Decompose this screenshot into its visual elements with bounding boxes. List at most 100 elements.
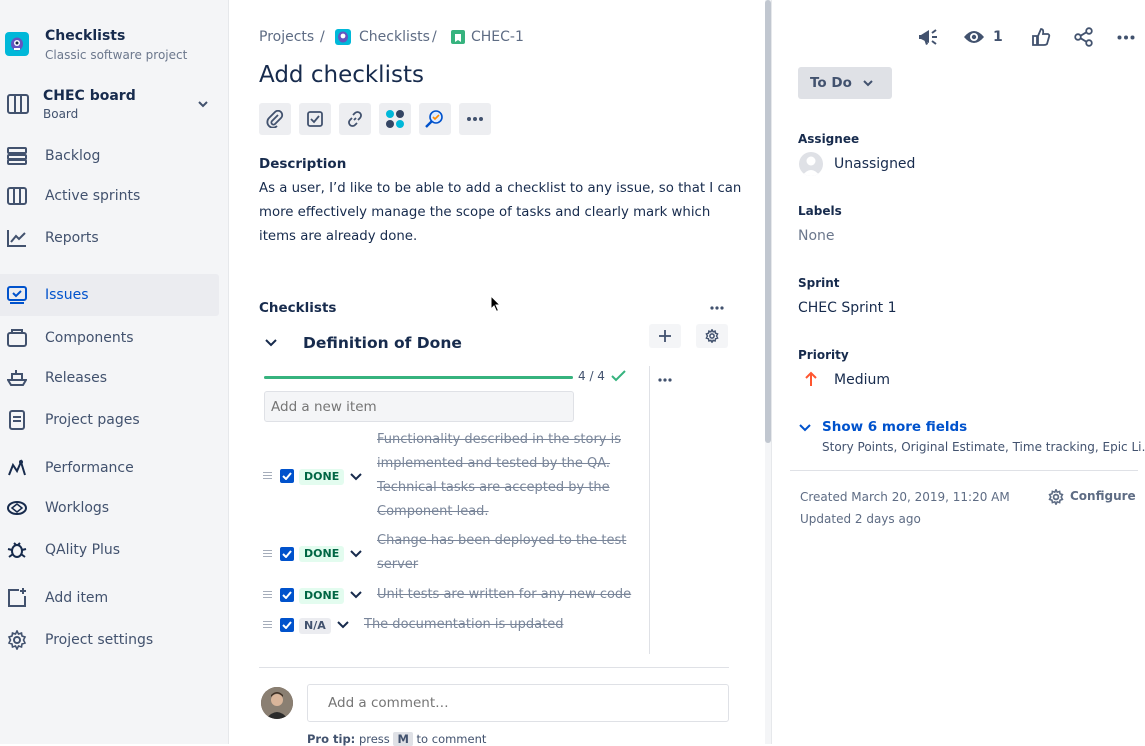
- sidebar-item-add-item[interactable]: Add item: [0, 578, 219, 618]
- add-checklist-item-button[interactable]: [649, 324, 681, 348]
- checklist-item-text[interactable]: Technical tasks are accepted by the: [377, 480, 610, 495]
- assignee-value[interactable]: Unassigned: [834, 156, 915, 172]
- checklist-item[interactable]: DONE Functionality described in the stor…: [229, 430, 649, 526]
- issues-icon: [7, 285, 27, 305]
- chevron-down-icon[interactable]: [349, 470, 363, 484]
- qality-button[interactable]: [419, 103, 451, 135]
- share-icon[interactable]: [1074, 27, 1094, 47]
- board-sub: Board: [43, 107, 79, 121]
- status-lozenge[interactable]: DONE: [299, 469, 345, 485]
- sprint-value[interactable]: CHEC Sprint 1: [798, 300, 897, 316]
- thumbs-up-icon[interactable]: [1031, 27, 1051, 47]
- sidebar-item-qality-plus[interactable]: QAlity Plus: [0, 530, 219, 570]
- sidebar-item-label: Issues: [45, 287, 89, 303]
- sidebar-item-components[interactable]: Components: [0, 318, 219, 358]
- details-divider: [790, 470, 1138, 471]
- sidebar-item-issues[interactable]: Issues: [0, 274, 219, 316]
- watch-button[interactable]: 1: [963, 27, 1003, 47]
- sidebar-item-project-pages[interactable]: Project pages: [0, 400, 219, 440]
- sidebar-item-backlog[interactable]: Backlog: [0, 136, 219, 176]
- link-issue-button[interactable]: [339, 103, 371, 135]
- checklist-item[interactable]: DONE Unit tests are written for any new …: [229, 586, 649, 608]
- drag-handle-icon[interactable]: [263, 591, 272, 599]
- add-item-input[interactable]: [264, 391, 574, 422]
- checklist-app-button[interactable]: [379, 103, 411, 135]
- checklist-item-text[interactable]: Unit tests are written for any new code: [377, 587, 631, 602]
- checklist-item-checkbox[interactable]: [280, 618, 294, 632]
- checklist-title[interactable]: Definition of Done: [303, 334, 462, 352]
- configure-label: Configure: [1070, 489, 1136, 503]
- attach-button[interactable]: [259, 103, 291, 135]
- checklist-item-text[interactable]: Change has been deployed to the test: [377, 533, 626, 548]
- bug-icon: [7, 540, 27, 560]
- checklist-item-checkbox[interactable]: [280, 469, 294, 483]
- breadcrumb-separator: /: [320, 29, 325, 45]
- magnifier-icon: [425, 110, 443, 128]
- assignee-avatar[interactable]: [799, 152, 823, 176]
- sidebar-item-label: Worklogs: [45, 500, 110, 516]
- sidebar-item-project-settings[interactable]: Project settings: [0, 620, 219, 660]
- project-avatar[interactable]: [5, 32, 29, 56]
- collapse-chevron-icon[interactable]: [264, 337, 278, 349]
- description-text[interactable]: As a user, I’d like to be able to add a …: [259, 181, 741, 196]
- sidebar-item-label: Performance: [45, 460, 134, 476]
- checklist-item-text[interactable]: The documentation is updated: [364, 617, 563, 632]
- description-text[interactable]: items are already done.: [259, 229, 417, 244]
- project-name[interactable]: Checklists: [45, 28, 125, 44]
- sidebar-item-label: Project settings: [45, 632, 154, 648]
- more-icon[interactable]: [1117, 35, 1135, 40]
- status-dropdown[interactable]: To Do: [798, 67, 892, 99]
- chevron-down-icon[interactable]: [349, 547, 363, 561]
- show-more-fields[interactable]: Show 6 more fields Story Points, Origina…: [798, 418, 1145, 458]
- status-lozenge[interactable]: DONE: [299, 588, 345, 604]
- checklist-item[interactable]: N/A The documentation is updated: [229, 616, 649, 638]
- chevron-down-icon[interactable]: [336, 618, 350, 632]
- checklist-item[interactable]: DONE Change has been deployed to the tes…: [229, 533, 649, 581]
- feedback-megaphone-icon[interactable]: [918, 27, 938, 47]
- checklist-item-text[interactable]: Component lead.: [377, 504, 489, 519]
- breadcrumb-projects[interactable]: Projects: [259, 29, 314, 45]
- sidebar-item-reports[interactable]: Reports: [0, 218, 219, 258]
- checklists-more-icon[interactable]: [710, 306, 724, 310]
- checklist-item-checkbox[interactable]: [280, 547, 294, 561]
- issue-title[interactable]: Add checklists: [259, 62, 424, 88]
- configure-button[interactable]: Configure: [1048, 488, 1138, 506]
- checklist-item-text[interactable]: implemented and tested by the QA.: [377, 456, 610, 471]
- worklogs-icon: [7, 498, 27, 518]
- drag-handle-icon[interactable]: [263, 621, 272, 629]
- status-lozenge[interactable]: N/A: [299, 618, 331, 634]
- description-label: Description: [259, 156, 347, 172]
- more-actions-button[interactable]: [459, 103, 491, 135]
- sidebar-item-worklogs[interactable]: Worklogs: [0, 488, 219, 528]
- description-text[interactable]: more effectively manage the scope of tas…: [259, 205, 710, 220]
- status-lozenge[interactable]: DONE: [299, 546, 345, 562]
- drag-handle-icon[interactable]: [263, 550, 272, 558]
- sidebar-item-releases[interactable]: Releases: [0, 358, 219, 398]
- watch-count: 1: [993, 29, 1003, 45]
- drag-handle-icon[interactable]: [263, 472, 272, 480]
- add-checklist-button[interactable]: [299, 103, 331, 135]
- comment-input[interactable]: [307, 684, 729, 722]
- show-more-link[interactable]: Show 6 more fields: [822, 419, 967, 435]
- user-avatar[interactable]: [261, 687, 293, 719]
- checklist-item-text[interactable]: server: [377, 557, 418, 572]
- checklist-item-text[interactable]: Functionality described in the story is: [377, 432, 621, 447]
- complete-check-icon: [611, 370, 626, 382]
- progress-count: 4 / 4: [578, 369, 605, 383]
- sidebar-item-active-sprints[interactable]: Active sprints: [0, 176, 219, 216]
- page-icon: [7, 410, 27, 430]
- chevron-down-icon[interactable]: [349, 588, 363, 602]
- items-more-icon[interactable]: [658, 378, 672, 382]
- add-page-icon: [7, 588, 27, 608]
- plus-icon: [659, 330, 671, 342]
- sidebar-item-performance[interactable]: Performance: [0, 448, 219, 488]
- breadcrumb-project[interactable]: Checklists: [359, 29, 430, 45]
- checklist-settings-button[interactable]: [696, 324, 728, 348]
- gear-icon: [705, 329, 719, 343]
- board-selector[interactable]: CHEC board Board: [0, 82, 219, 126]
- priority-value[interactable]: Medium: [834, 372, 890, 388]
- labels-value[interactable]: None: [798, 228, 835, 244]
- checklist-item-checkbox[interactable]: [280, 588, 294, 602]
- breadcrumb-issue-key[interactable]: CHEC-1: [471, 29, 524, 45]
- sidebar-item-label: Active sprints: [45, 188, 141, 204]
